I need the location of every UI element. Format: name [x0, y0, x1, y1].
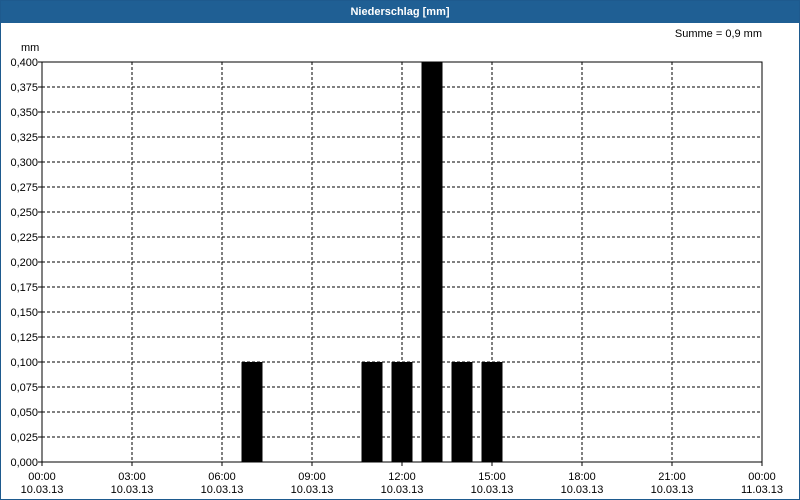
y-tick-label: 0,325 [10, 132, 38, 144]
x-tick-time-label: 06:00 [208, 471, 236, 483]
y-tick-label: 0,350 [10, 107, 38, 119]
x-tick-date-label: 10.03.13 [21, 484, 64, 496]
y-tick-label: 0,075 [10, 382, 38, 394]
x-tick-time-label: 15:00 [478, 471, 506, 483]
y-tick-label: 0,375 [10, 82, 38, 94]
y-tick-label: 0,300 [10, 157, 38, 169]
x-tick-date-label: 10.03.13 [471, 484, 514, 496]
chart-window: Niederschlag [mm] 0,000 0,025 0,050 0,075 0,… [0, 0, 800, 500]
x-tick-time-label: 09:00 [298, 471, 326, 483]
sum-annotation: Summe = 0,9 mm [675, 28, 762, 40]
y-tick-label: 0,025 [10, 432, 38, 444]
x-tick-time-label: 00:00 [748, 471, 776, 483]
precip-bar [421, 62, 443, 462]
x-tick-date-label: 10.03.13 [381, 484, 424, 496]
x-tick-date-label: 10.03.13 [561, 484, 604, 496]
x-tick-time-label: 03:00 [118, 471, 146, 483]
y-tick-label: 0,150 [10, 307, 38, 319]
y-tick-label: 0,050 [10, 407, 38, 419]
precip-bar [361, 362, 383, 462]
y-tick-label: 0,000 [10, 457, 38, 469]
y-tick-label: 0,200 [10, 257, 38, 269]
x-tick-date-label: 10.03.13 [201, 484, 244, 496]
window-title: Niederschlag [mm] [1, 1, 799, 23]
y-tick-label: 0,250 [10, 207, 38, 219]
x-tick-time-label: 21:00 [658, 471, 686, 483]
y-axis-label: mm [21, 42, 39, 54]
x-tick-date-label: 10.03.13 [111, 484, 154, 496]
x-tick-date-label: 10.03.13 [651, 484, 694, 496]
x-tick-time-label: 18:00 [568, 471, 596, 483]
y-tick-label: 0,225 [10, 232, 38, 244]
x-tick-time-label: 00:00 [28, 471, 56, 483]
precipitation-chart: 0,000 0,025 0,050 0,075 0,100 0,125 0,150 0,175… [10, 28, 783, 496]
y-tick-label: 0,100 [10, 357, 38, 369]
x-tick-date-label: 10.03.13 [291, 484, 334, 496]
x-tick-date-label: 11.03.13 [741, 484, 783, 496]
y-tick-label: 0,275 [10, 182, 38, 194]
precip-bar [241, 362, 263, 462]
precip-bar [451, 362, 473, 462]
precip-bar [481, 362, 503, 462]
y-tick-label: 0,175 [10, 282, 38, 294]
precip-bar [391, 362, 413, 462]
y-tick-label: 0,400 [10, 57, 38, 69]
x-tick-time-label: 12:00 [388, 471, 416, 483]
y-tick-label: 0,125 [10, 332, 38, 344]
